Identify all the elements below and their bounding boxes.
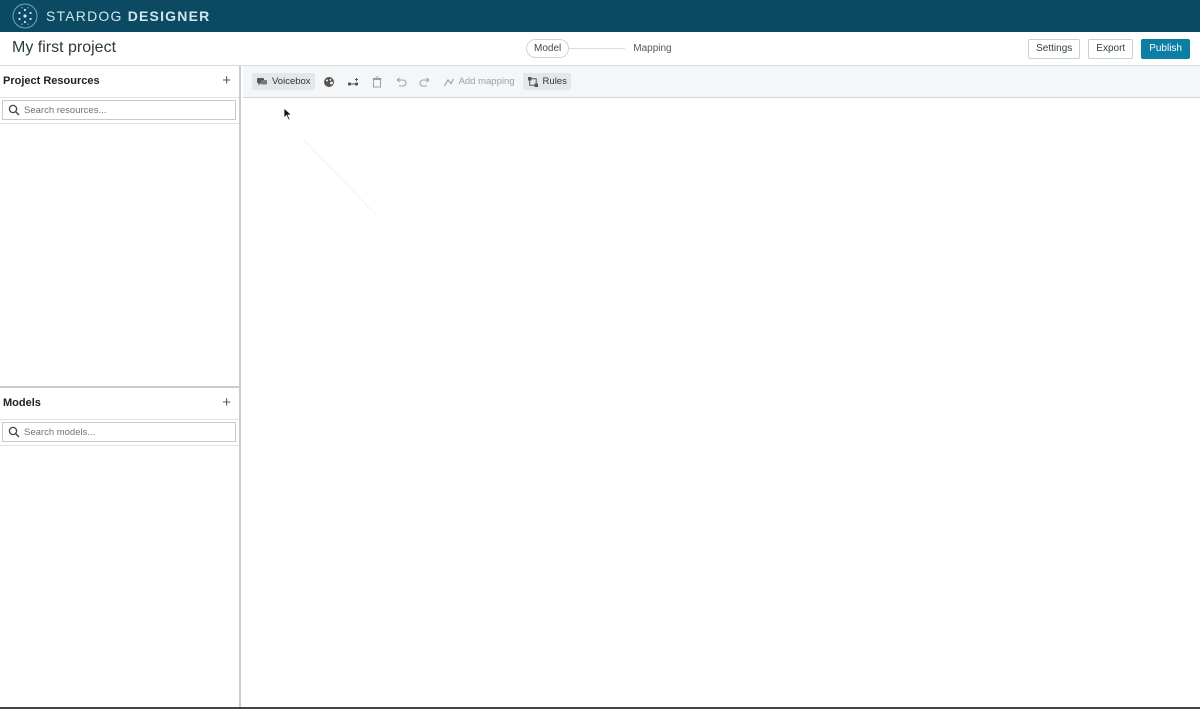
redo-icon (419, 77, 430, 87)
models-search-row (0, 420, 239, 446)
header-actions: Settings Export Publish (1028, 39, 1190, 59)
delete-button[interactable] (367, 73, 387, 90)
mouse-pointer-icon (283, 107, 293, 121)
voicebox-button[interactable]: Voicebox (252, 73, 315, 90)
app-topbar: STARDOG DESIGNER (0, 0, 1200, 32)
step-mapping[interactable]: Mapping (625, 39, 680, 58)
resources-search-input[interactable] (24, 104, 224, 116)
graph-link-icon (347, 77, 358, 86)
stardog-logo-icon[interactable] (12, 3, 38, 29)
model-canvas[interactable] (243, 99, 1200, 709)
redo-button[interactable] (415, 73, 435, 90)
brand-name-bold: DESIGNER (127, 8, 211, 24)
workflow-stepper: Model Mapping (526, 39, 680, 58)
canvas-toolbar: Voicebox Add mapping Rules (243, 66, 1200, 98)
export-button[interactable]: Export (1088, 39, 1134, 59)
voicebox-label: Voicebox (272, 76, 311, 87)
palette-icon (323, 76, 334, 87)
add-resource-button[interactable]: + (222, 72, 231, 90)
resources-list (0, 124, 239, 387)
publish-button[interactable]: Publish (1141, 39, 1190, 59)
search-icon (8, 426, 20, 438)
models-search-input[interactable] (24, 426, 224, 438)
rules-icon (527, 76, 538, 87)
models-panel-title: Models (3, 397, 41, 409)
palette-button[interactable] (319, 73, 339, 90)
rules-button[interactable]: Rules (522, 73, 571, 90)
project-header: My first project Model Mapping Settings … (0, 32, 1200, 66)
resources-panel-header: Project Resources + (0, 66, 239, 98)
brand-name-light: STARDOG (46, 8, 123, 24)
trash-icon (372, 76, 382, 87)
resources-search-row (0, 98, 239, 124)
models-panel: Models + (0, 386, 239, 446)
brand-name: STARDOG DESIGNER (46, 8, 210, 24)
undo-icon (396, 77, 407, 87)
settings-button[interactable]: Settings (1028, 39, 1081, 59)
add-mapping-button[interactable]: Add mapping (439, 73, 519, 90)
mapping-icon (443, 78, 454, 86)
canvas-faint-lines (302, 138, 379, 218)
step-model[interactable]: Model (526, 39, 570, 58)
sidebar: Project Resources + Models + (0, 66, 241, 709)
chat-bubbles-icon (257, 77, 267, 85)
add-mapping-label: Add mapping (458, 76, 515, 87)
resources-panel-title: Project Resources (3, 75, 100, 87)
resources-search-box (2, 100, 236, 120)
add-link-button[interactable] (343, 73, 363, 90)
rules-label: Rules (542, 76, 567, 87)
add-model-button[interactable]: + (222, 394, 231, 412)
project-title: My first project (12, 39, 117, 56)
models-panel-header: Models + (0, 388, 239, 420)
models-search-box (2, 422, 236, 442)
undo-button[interactable] (391, 73, 411, 90)
search-icon (8, 104, 20, 116)
stepper-connector (569, 48, 626, 49)
